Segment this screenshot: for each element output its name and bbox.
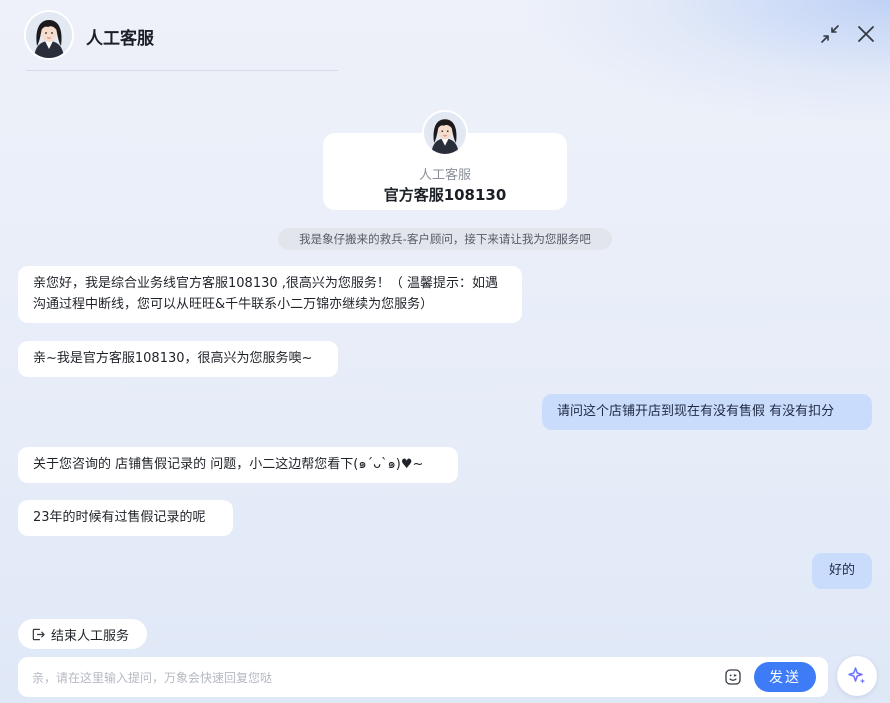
minimize-icon [821,25,839,43]
agent-name: 官方客服108130 [383,186,507,204]
send-button[interactable]: 发送 [754,662,816,692]
chat-header: 人工客服 [0,0,890,72]
emoji-icon [725,669,741,685]
agent-avatar [26,12,72,58]
system-note: 我是象仔搬来的救兵-客户顾问，接下来请让我为您服务吧 [278,228,612,250]
end-service-label: 结束人工服务 [51,628,130,644]
message-bubble-agent: 关于您咨询的 店铺售假记录的 问题，小二这边帮您看下(๑´ᴗ`๑)♥~ [18,447,458,483]
close-icon [858,26,874,42]
message-bubble-user: 请问这个店铺开店到现在有没有售假 有没有扣分 [542,394,872,430]
message-bubble-agent: 亲您好，我是综合业务线官方客服108130 ,很高兴为您服务！（ 温馨提示：如遇… [18,266,522,323]
exit-icon [32,628,45,640]
header-divider [26,70,338,71]
message-bubble-agent: 亲~我是官方客服108130，很高兴为您服务噢~ [18,341,338,377]
end-service-button[interactable]: 结束人工服务 [18,619,147,649]
close-button[interactable] [854,22,878,46]
header-title: 人工客服 [86,29,154,49]
agent-role: 人工客服 [418,168,471,183]
agent-card-avatar [424,112,466,154]
message-input[interactable] [30,657,714,699]
emoji-button[interactable] [724,668,742,686]
ai-assistant-button[interactable] [837,656,877,696]
message-input-box: 发送 [18,657,828,699]
minimize-button[interactable] [818,22,842,46]
sparkle-icon [848,667,865,684]
message-bubble-user: 好的 [812,553,872,589]
message-bubble-agent: 23年的时候有过售假记录的呢 [18,500,233,536]
